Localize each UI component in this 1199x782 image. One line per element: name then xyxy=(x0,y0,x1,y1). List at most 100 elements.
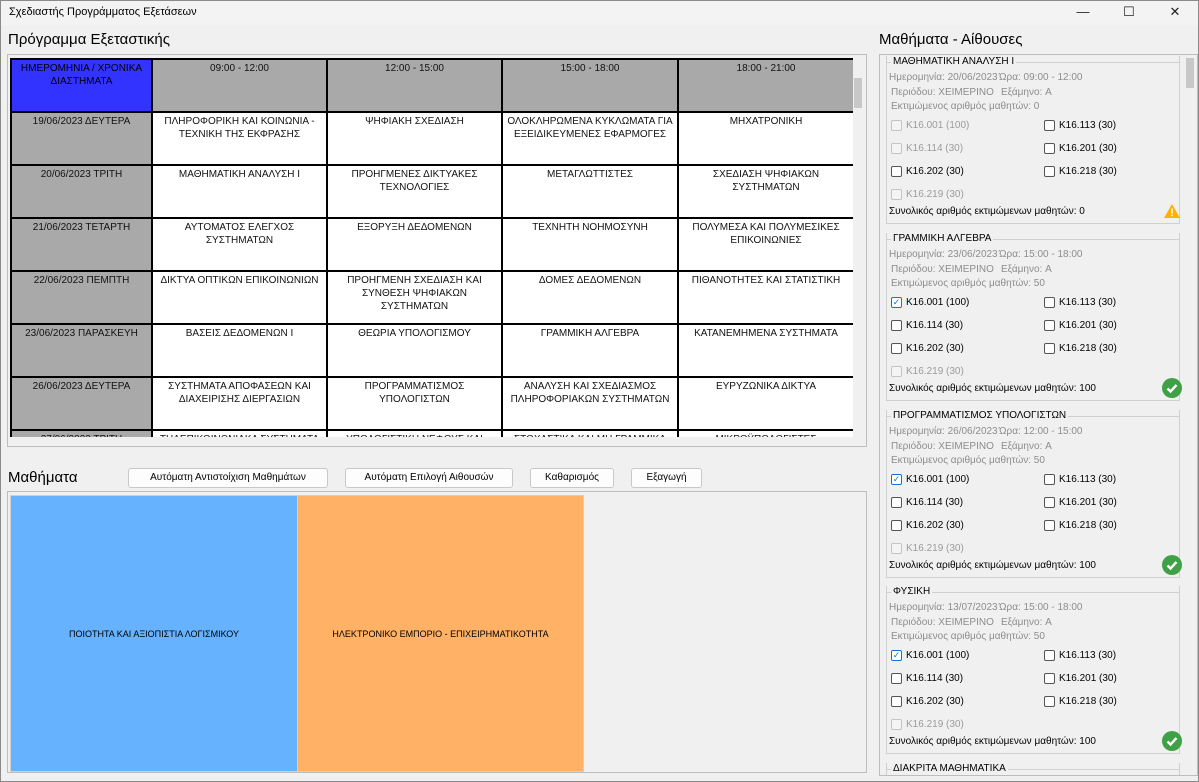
exam-cell[interactable]: ΠΙΘΑΝΟΤΗΤΕΣ ΚΑΙ ΣΤΑΤΙΣΤΙΚΗ xyxy=(677,270,853,325)
room-checkbox[interactable]: K16.113 (30) xyxy=(1044,474,1116,485)
exam-cell[interactable]: ΕΥΡΥΖΩΝΙΚΑ ΔΙΚΤΥΑ xyxy=(677,376,853,431)
room-checkbox[interactable]: K16.113 (30) xyxy=(1044,120,1116,131)
exam-cell[interactable]: ΘΕΩΡΙΑ ΥΠΟΛΟΓΙΣΜΟΥ xyxy=(326,323,503,378)
export-button[interactable]: Εξαγωγή xyxy=(631,468,702,488)
checkbox-box[interactable] xyxy=(1044,497,1055,508)
checkbox-box[interactable] xyxy=(891,673,902,684)
exam-cell[interactable]: ΣΥΣΤΗΜΑΤΑ ΑΠΟΦΑΣΕΩΝ ΚΑΙ ΔΙΑΧΕΙΡΙΣΗΣ ΔΙΕΡ… xyxy=(151,376,328,431)
checkbox-box[interactable] xyxy=(891,166,902,177)
room-checkbox[interactable]: K16.218 (30) xyxy=(1044,166,1117,177)
checkbox-box[interactable] xyxy=(1044,474,1055,485)
room-label: K16.001 (100) xyxy=(906,474,970,485)
room-checkbox[interactable]: K16.113 (30) xyxy=(1044,650,1116,661)
room-checkbox[interactable]: ✓ K16.001 (100) xyxy=(891,474,969,485)
room-label: K16.114 (30) xyxy=(906,320,964,331)
exam-cell[interactable]: ΥΠΟΛΟΓΙΣΤΙΚΗ ΝΕΦΟΥΣ ΚΑΙ xyxy=(326,429,503,437)
room-checkbox[interactable]: K16.114 (30) xyxy=(891,497,963,508)
checkbox-box[interactable] xyxy=(1044,696,1055,707)
auto-assign-button[interactable]: Αυτόματη Αντιστοίχιση Μαθημάτων xyxy=(128,468,328,488)
course-tile[interactable]: ΗΛΕΚΤΡΟΝΙΚΟ ΕΜΠΟΡΙΟ - ΕΠΙΧΕΙΡΗΜΑΤΙΚΟΤΗΤΑ xyxy=(297,495,584,772)
slot-header: 18:00 - 21:00 xyxy=(677,58,853,113)
exam-cell[interactable]: ΚΑΤΑΝΕΜΗΜΕΝΑ ΣΥΣΤΗΜΑΤΑ xyxy=(677,323,853,378)
checkbox-box[interactable]: ✓ xyxy=(891,474,902,485)
exam-cell[interactable]: ΕΞΟΡΥΞΗ ΔΕΔΟΜΕΝΩΝ xyxy=(326,217,503,272)
checkbox-box[interactable]: ✓ xyxy=(891,650,902,661)
checkbox-box[interactable] xyxy=(1044,520,1055,531)
exam-cell[interactable]: ΠΛΗΡΟΦΟΡΙΚΗ ΚΑΙ ΚΟΙΝΩΝΙΑ - ΤΕΧΝΙΚΗ ΤΗΣ Ε… xyxy=(151,111,328,166)
checkbox-box[interactable] xyxy=(891,320,902,331)
checkbox-box[interactable] xyxy=(1044,143,1055,154)
time-label: Ώρα: 09:00 - 12:00 xyxy=(999,72,1083,83)
exam-cell[interactable]: ΑΥΤΟΜΑΤΟΣ ΕΛΕΓΧΟΣ ΣΥΣΤΗΜΑΤΩΝ xyxy=(151,217,328,272)
exam-cell[interactable]: ΔΙΚΤΥΑ ΟΠΤΙΚΩΝ ΕΠΙΚΟΙΝΩΝΙΩΝ xyxy=(151,270,328,325)
checkbox-box[interactable] xyxy=(891,520,902,531)
exam-cell[interactable]: ΤΗΛΕΠΙΚΟΙΝΩΝΙΑΚΑ ΣΥΣΤΗΜΑΤΑ xyxy=(151,429,328,437)
exam-cell[interactable]: ΒΑΣΕΙΣ ΔΕΔΟΜΕΝΩΝ Ι xyxy=(151,323,328,378)
room-checkbox[interactable]: K16.202 (30) xyxy=(891,343,964,354)
room-checkbox[interactable]: K16.202 (30) xyxy=(891,520,964,531)
exam-cell[interactable]: ΣΤΟΧΑΣΤΙΚΑ ΚΑΙ ΜΗ ΓΡΑΜΜΙΚΑ xyxy=(501,429,679,437)
room-checkbox[interactable]: K16.201 (30) xyxy=(1044,320,1117,331)
room-checkbox[interactable]: K16.201 (30) xyxy=(1044,143,1117,154)
close-button[interactable]: ✕ xyxy=(1152,1,1198,25)
exam-cell[interactable]: ΠΟΛΥΜΕΣΑ ΚΑΙ ΠΟΛΥΜΕΣΙΚΕΣ ΕΠΙΚΟΙΝΩΝΙΕΣ xyxy=(677,217,853,272)
room-checkbox[interactable]: K16.113 (30) xyxy=(1044,297,1116,308)
exam-cell[interactable]: ΜΗΧΑΤΡΟΝΙΚΗ xyxy=(677,111,853,166)
scrollbar-thumb[interactable] xyxy=(1186,58,1194,88)
course-tile[interactable]: ΠΟΙΟΤΗΤΑ ΚΑΙ ΑΞΙΟΠΙΣΤΙΑ ΛΟΓΙΣΜΙΚΟΥ xyxy=(10,495,298,772)
exam-cell[interactable]: ΔΟΜΕΣ ΔΕΔΟΜΕΝΩΝ xyxy=(501,270,679,325)
exam-cell[interactable]: ΜΙΚΡΟΫΠΟΛΟΓΙΣΤΕΣ xyxy=(677,429,853,437)
checkbox-box[interactable]: ✓ xyxy=(891,297,902,308)
room-checkbox[interactable]: K16.218 (30) xyxy=(1044,696,1117,707)
maximize-button[interactable]: ☐ xyxy=(1106,1,1152,25)
minimize-button[interactable]: — xyxy=(1060,1,1106,25)
room-checkbox[interactable]: K16.114 (30) xyxy=(891,320,963,331)
rooms-scrollbar[interactable] xyxy=(1184,56,1196,774)
room-label: K16.113 (30) xyxy=(1059,120,1117,131)
checkbox-box[interactable] xyxy=(1044,166,1055,177)
exam-cell[interactable]: ΓΡΑΜΜΙΚΗ ΑΛΓΕΒΡΑ xyxy=(501,323,679,378)
title-bar: Σχεδιαστής Προγράμματος Εξετάσεων — ☐ ✕ xyxy=(1,1,1198,25)
auto-rooms-button[interactable]: Αυτόματη Επιλογή Αιθουσών xyxy=(345,468,513,488)
exam-cell[interactable]: ΑΝΑΛΥΣΗ ΚΑΙ ΣΧΕΔΙΑΣΜΟΣ ΠΛΗΡΟΦΟΡΙΑΚΩΝ ΣΥΣ… xyxy=(501,376,679,431)
total-estimated-label: Συνολικός αριθμός εκτιμώμενων μαθητών: 0 xyxy=(889,206,1085,217)
exam-cell[interactable]: ΜΑΘΗΜΑΤΙΚΗ ΑΝΑΛΥΣΗ Ι xyxy=(151,164,328,219)
room-checkbox[interactable]: K16.218 (30) xyxy=(1044,343,1117,354)
room-checkbox[interactable]: K16.201 (30) xyxy=(1044,673,1117,684)
exam-cell[interactable]: ΟΛΟΚΛΗΡΩΜΕΝΑ ΚΥΚΛΩΜΑΤΑ ΓΙΑ ΕΞΕΙΔΙΚΕΥΜΕΝΕ… xyxy=(501,111,679,166)
room-checkbox[interactable]: ✓ K16.001 (100) xyxy=(891,297,969,308)
exam-cell[interactable]: ΠΡΟΓΡΑΜΜΑΤΙΣΜΟΣ ΥΠΟΛΟΓΙΣΤΩΝ xyxy=(326,376,503,431)
scrollbar-thumb[interactable] xyxy=(854,78,862,108)
exam-cell[interactable]: ΜΕΤΑΓΛΩΤΤΙΣΤΕΣ xyxy=(501,164,679,219)
checkbox-box[interactable] xyxy=(1044,343,1055,354)
course-room-card: ΔΙΑΚΡΙΤΑ ΜΑΘΗΜΑΤΙΚΑ xyxy=(886,763,1180,775)
clear-button[interactable]: Καθαρισμός xyxy=(530,468,614,488)
room-checkbox[interactable]: K16.201 (30) xyxy=(1044,497,1117,508)
schedule-scrollbar[interactable] xyxy=(853,58,863,437)
corner-header: ΗΜΕΡΟΜΗΝΙΑ / ΧΡΟΝΙΚΑ ΔΙΑΣΤΗΜΑΤΑ xyxy=(10,58,153,113)
exam-cell[interactable]: ΠΡΟΗΓΜΕΝΕΣ ΔΙΚΤΥΑΚΕΣ ΤΕΧΝΟΛΟΓΙΕΣ xyxy=(326,164,503,219)
room-checkbox[interactable]: ✓ K16.001 (100) xyxy=(891,650,969,661)
room-label: K16.219 (30) xyxy=(906,366,964,377)
exam-cell[interactable]: ΣΧΕΔΙΑΣΗ ΨΗΦΙΑΚΩΝ ΣΥΣΤΗΜΑΤΩΝ xyxy=(677,164,853,219)
checkbox-box[interactable] xyxy=(1044,673,1055,684)
room-checkbox[interactable]: K16.114 (30) xyxy=(891,673,963,684)
room-checkbox[interactable]: K16.202 (30) xyxy=(891,696,964,707)
checkbox-box[interactable] xyxy=(891,696,902,707)
exam-cell[interactable]: ΠΡΟΗΓΜΕΝΗ ΣΧΕΔΙΑΣΗ ΚΑΙ ΣΥΝΘΕΣΗ ΨΗΦΙΑΚΩΝ … xyxy=(326,270,503,325)
semester-label: Εξάμηνο: A xyxy=(1001,87,1052,98)
room-checkbox[interactable]: K16.218 (30) xyxy=(1044,520,1117,531)
checkbox-box[interactable] xyxy=(891,343,902,354)
exam-cell[interactable]: ΤΕΧΝΗΤΗ ΝΟΗΜΟΣΥΝΗ xyxy=(501,217,679,272)
checkbox-box[interactable] xyxy=(1044,650,1055,661)
checkbox-box[interactable] xyxy=(1044,297,1055,308)
exam-cell[interactable]: ΨΗΦΙΑΚΗ ΣΧΕΔΙΑΣΗ xyxy=(326,111,503,166)
room-label: K16.113 (30) xyxy=(1059,650,1117,661)
card-title: ΠΡΟΓΡΑΜΜΑΤΙΣΜΟΣ ΥΠΟΛΟΓΙΣΤΩΝ xyxy=(891,410,1069,421)
room-checkbox[interactable]: K16.202 (30) xyxy=(891,166,964,177)
semester-label: Εξάμηνο: A xyxy=(1001,441,1052,452)
checkbox-box[interactable] xyxy=(1044,120,1055,131)
period-label: Περιόδου: ΧΕΙΜΕΡΙΝΟ xyxy=(891,264,994,275)
checkbox-box[interactable] xyxy=(1044,320,1055,331)
checkbox-box[interactable] xyxy=(891,497,902,508)
